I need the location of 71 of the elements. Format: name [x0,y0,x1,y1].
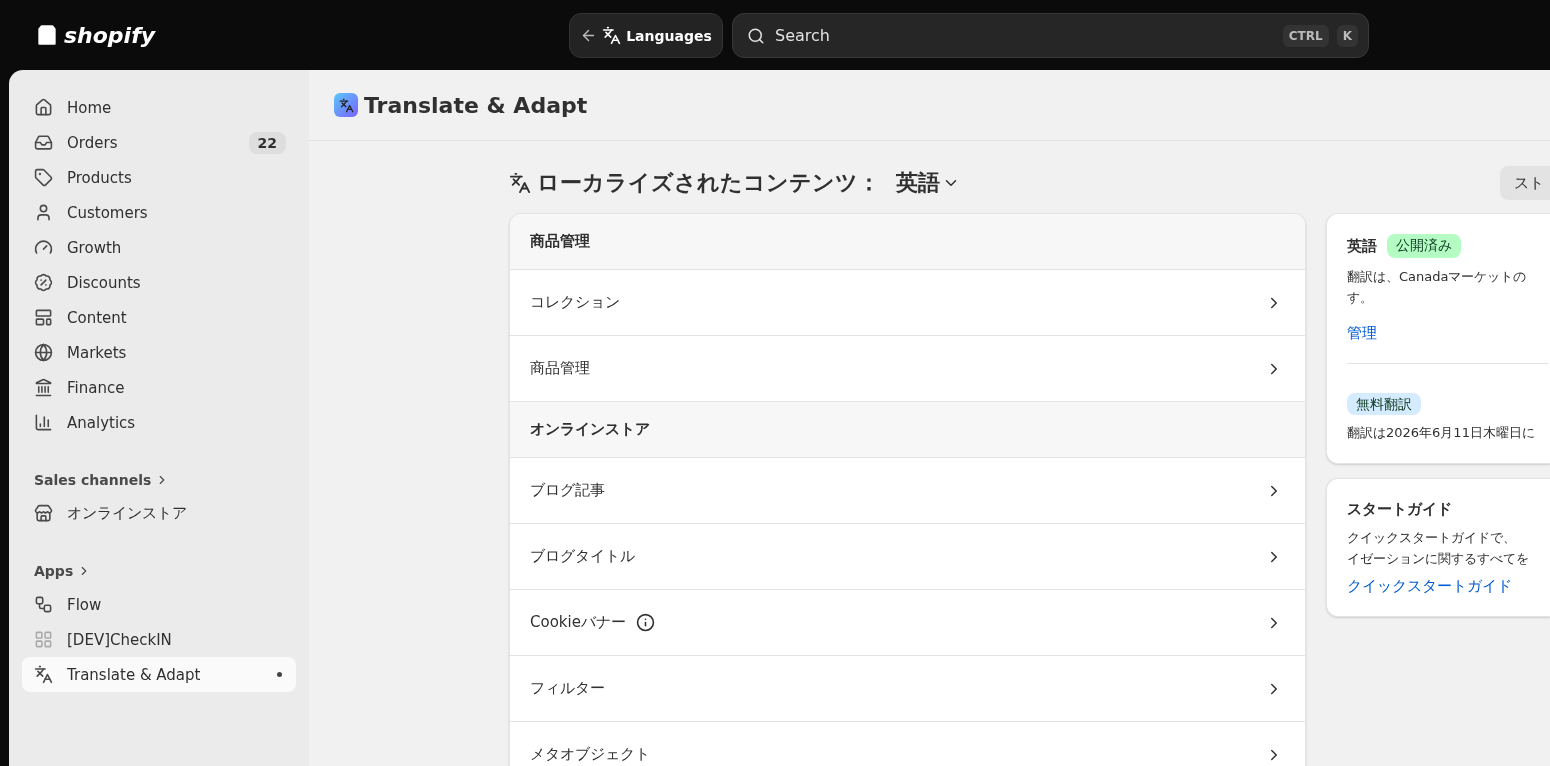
row-label: ブログ記事 [530,481,605,500]
translate-icon [34,665,53,684]
shopify-logo[interactable]: shopify [34,22,156,48]
section-link[interactable]: Sales channels [34,468,296,492]
search-input[interactable]: Search [773,25,1275,46]
group-header: オンラインストア [510,402,1305,458]
section-link[interactable]: Apps [34,559,296,583]
sidebar-item[interactable]: Content [22,300,296,335]
content-row[interactable]: ブログ記事 [510,458,1305,524]
card-text: 翻訳は2026年6月11日木曜日に [1347,424,1536,442]
row-label: ブログタイトル [530,547,635,566]
tag-icon [34,168,53,187]
content-row[interactable]: フィルター [510,656,1305,722]
language-dropdown[interactable]: 英語 [886,168,960,198]
count-badge: 22 [248,131,286,154]
sidebar-item[interactable]: Customers [22,195,296,230]
sidebar-item[interactable]: Analytics [22,405,296,440]
home-icon [34,98,53,117]
card-text: クイックスタートガイドで、 イゼーションに関するすべてを [1347,529,1530,568]
status-badge: 公開済み [1387,234,1461,258]
sidebar-item[interactable]: Markets [22,335,296,370]
grid-icon [34,630,53,649]
plan-badge: 無料翻訳 [1347,393,1421,415]
card-title: スタートガイド [1347,500,1452,518]
row-label: フィルター [530,679,605,698]
sidebar-item[interactable]: Growth [22,230,296,265]
sidebar-item[interactable]: オンラインストア [22,496,296,531]
row-label: Cookieバナー [530,613,626,632]
sidebar-item[interactable]: Orders 22 [22,125,296,160]
section-heading: ローカライズされたコンテンツ： [537,169,880,197]
search-icon [747,26,765,45]
sidebar-item[interactable]: Flow [22,587,296,622]
search-field[interactable]: Search CTRL K [732,13,1369,58]
row-label: コレクション [530,293,620,312]
sidebar-item[interactable]: Finance [22,370,296,405]
translate-icon [509,172,531,194]
manage-link[interactable]: 管理 [1347,324,1377,343]
card-title: 英語 [1347,236,1377,256]
person-icon [34,203,53,222]
info-icon[interactable] [635,613,655,632]
content-row[interactable]: Cookieバナー [510,590,1305,656]
sidebar-item[interactable]: Products [22,160,296,195]
store-icon [34,504,53,523]
status-dot [277,672,282,677]
content-row[interactable]: コレクション [510,270,1305,336]
shortcut-key: CTRL [1282,24,1329,47]
content-row[interactable]: ブログタイトル [510,524,1305,590]
flow-icon [34,595,53,614]
languages-button[interactable]: Languages [569,13,723,58]
group-header: 商品管理 [510,214,1305,270]
globe-icon [34,343,53,362]
bank-icon [34,378,53,397]
row-label: メタオブジェクト [530,745,650,764]
app-icon [334,93,358,117]
bar-chart-icon [34,413,53,432]
discount-icon [34,273,53,292]
guide-link[interactable]: クイックスタートガイド [1347,577,1512,596]
row-label: 商品管理 [530,359,590,378]
sidebar-item[interactable]: [DEV]CheckIN [22,622,296,657]
shortcut-key: K [1336,24,1358,47]
page-title: Translate & Adapt [364,92,588,118]
content-row[interactable]: メタオブジェクト [510,722,1305,766]
sidebar-item[interactable]: Home [22,90,296,125]
image-icon [34,308,53,327]
sidebar-item[interactable]: Translate & Adapt [22,657,296,692]
sidebar-item[interactable]: Discounts [22,265,296,300]
inbox-icon [34,133,53,152]
store-button[interactable]: スト [1500,166,1550,200]
translate-icon [602,26,622,45]
card-text: 翻訳は、Canadaマーケットの す。 [1347,268,1528,307]
gauge-icon [34,238,53,257]
